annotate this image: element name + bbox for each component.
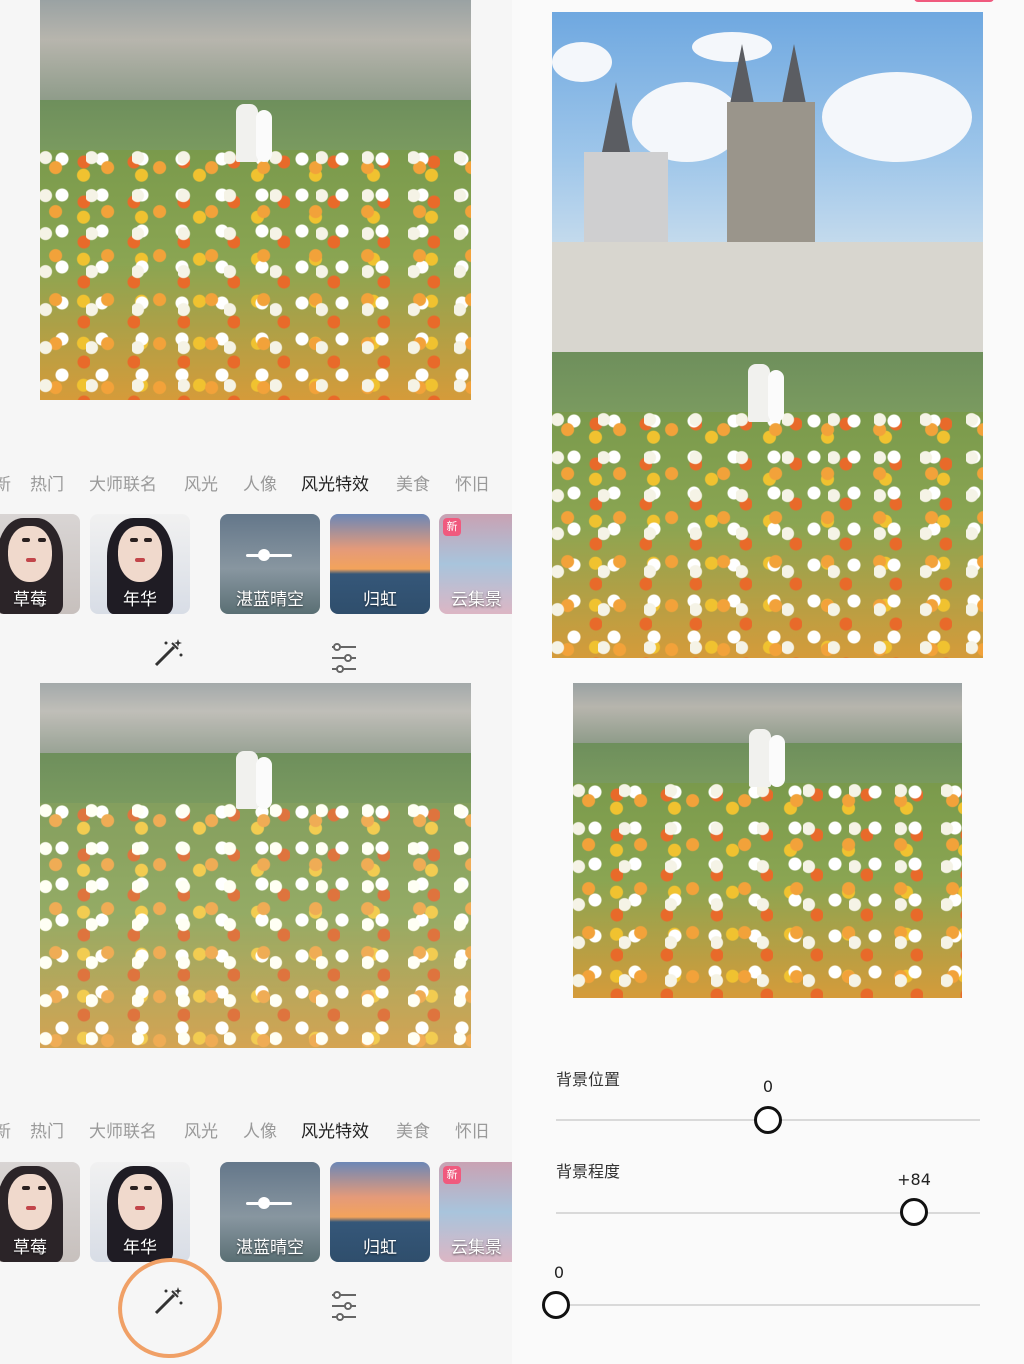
filter-clear-sky[interactable]: 湛蓝晴空 (220, 514, 320, 614)
new-badge: 新 (443, 518, 461, 536)
tab-master[interactable]: 大师联名 (89, 1117, 157, 1142)
tab-hot[interactable]: 热门 (30, 1117, 64, 1142)
filter-label: 湛蓝晴空 (236, 1238, 304, 1258)
filter-nianhua[interactable]: 年华 (90, 514, 190, 614)
filter-guihong[interactable]: 归虹 (330, 514, 430, 614)
sliders-icon[interactable] (326, 640, 362, 676)
tab-nostalgia[interactable]: 怀旧 (455, 470, 489, 495)
filter-clear-sky[interactable]: 湛蓝晴空 (220, 1162, 320, 1262)
background-position-label: 背景位置 (556, 1070, 621, 1089)
background-position-knob[interactable] (754, 1106, 782, 1134)
photo-preview-top (40, 0, 471, 400)
filter-strip: 草莓 年华 湛蓝晴空 归虹 新 云集景 (0, 514, 512, 614)
filter-guihong[interactable]: 归虹 (330, 1162, 430, 1262)
filter-berry[interactable]: 草莓 (0, 1162, 80, 1262)
third-slider-knob[interactable] (542, 1291, 570, 1319)
left-editor-panel: 新 热门 大师联名 风光 人像 风光特效 美食 怀旧 草莓 年华 湛蓝晴空 归虹 (0, 0, 512, 1364)
photo-sky-result (552, 12, 983, 658)
tab-portrait[interactable]: 人像 (243, 1117, 277, 1142)
filter-label: 归虹 (363, 1238, 397, 1258)
tab-scenery[interactable]: 风光 (184, 1117, 218, 1142)
tab-food[interactable]: 美食 (396, 470, 430, 495)
filter-yunjijing[interactable]: 新 云集景 (439, 1162, 512, 1262)
tab-hot[interactable]: 热门 (30, 470, 64, 495)
tab-nostalgia[interactable]: 怀旧 (455, 1117, 489, 1142)
sliders-icon[interactable] (326, 1288, 362, 1324)
tab-scenery-effects[interactable]: 风光特效 (301, 1117, 369, 1142)
hand-drawn-circle-annotation (110, 1249, 230, 1364)
filter-label: 云集景 (451, 1238, 502, 1258)
new-badge: 新 (443, 1166, 461, 1184)
third-slider-track[interactable] (556, 1304, 980, 1306)
tab-new[interactable]: 新 (0, 1117, 11, 1142)
background-degree-label: 背景程度 (556, 1162, 621, 1181)
photo-preview-bottom (40, 683, 471, 1048)
filter-category-tabs-2: 新 热门 大师联名 风光 人像 风光特效 美食 怀旧 (0, 1107, 512, 1147)
third-slider-value: 0 (553, 1263, 565, 1282)
filter-strip-2: 草莓 年华 湛蓝晴空 归虹 新 云集景 (0, 1162, 512, 1262)
tab-master[interactable]: 大师联名 (89, 470, 157, 495)
top-accent-bar (914, 0, 994, 2)
filter-label: 云集景 (451, 590, 502, 610)
filter-label: 草莓 (13, 1238, 47, 1258)
background-degree-knob[interactable] (900, 1198, 928, 1226)
filter-nianhua[interactable]: 年华 (90, 1162, 190, 1262)
filter-label: 归虹 (363, 590, 397, 610)
filter-yunjijing[interactable]: 新 云集景 (439, 514, 512, 614)
filter-label: 草莓 (13, 590, 47, 610)
tab-portrait[interactable]: 人像 (243, 470, 277, 495)
filter-label: 年华 (123, 590, 157, 610)
tab-food[interactable]: 美食 (396, 1117, 430, 1142)
background-degree-value: +84 (897, 1170, 931, 1189)
filter-berry[interactable]: 草莓 (0, 514, 80, 614)
filter-category-tabs: 新 热门 大师联名 风光 人像 风光特效 美食 怀旧 (0, 460, 512, 500)
tab-scenery-effects[interactable]: 风光特效 (301, 470, 369, 495)
tab-new[interactable]: 新 (0, 470, 11, 495)
tab-scenery[interactable]: 风光 (184, 470, 218, 495)
magic-wand-icon[interactable] (150, 635, 186, 671)
right-editor-panel: 背景位置 0 背景程度 +84 0 (512, 0, 1024, 1364)
photo-small-preview (573, 683, 962, 998)
filter-label: 湛蓝晴空 (236, 590, 304, 610)
background-position-value: 0 (762, 1077, 774, 1096)
filter-label: 年华 (123, 1238, 157, 1258)
